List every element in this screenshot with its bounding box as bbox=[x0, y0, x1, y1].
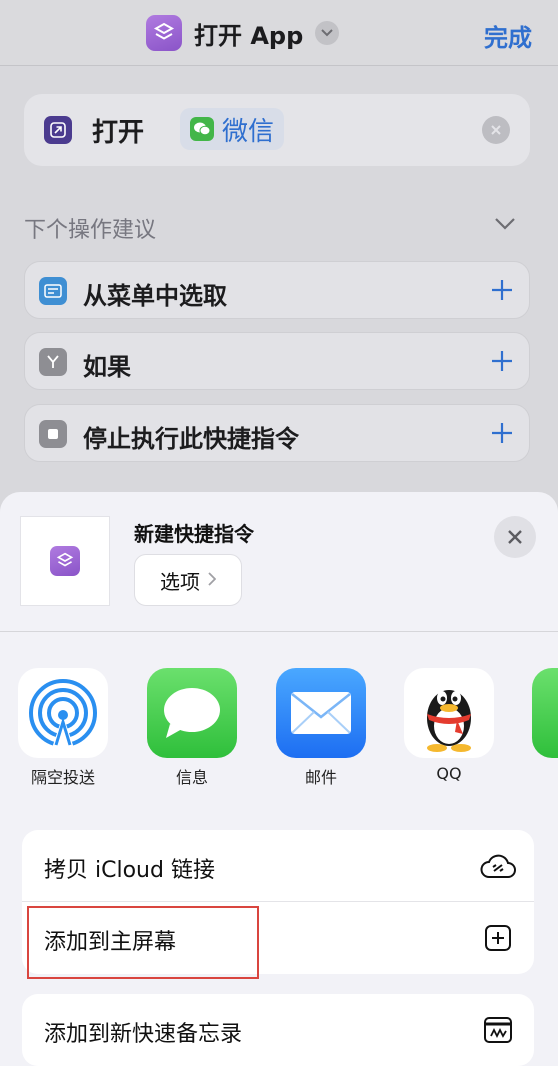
highlight-box bbox=[27, 906, 259, 979]
add-to-quick-note-row[interactable]: 添加到新快速备忘录 bbox=[22, 994, 534, 1066]
collapse-chevron-icon[interactable] bbox=[494, 216, 516, 235]
shortcut-thumbnail bbox=[20, 516, 110, 606]
options-label: 选项 bbox=[160, 569, 200, 594]
airdrop-icon bbox=[18, 668, 108, 758]
qq-icon bbox=[404, 668, 494, 758]
add-square-icon bbox=[480, 920, 516, 956]
mail-icon bbox=[276, 668, 366, 758]
menu-icon bbox=[39, 277, 67, 305]
row-label: 拷贝 iCloud 链接 bbox=[44, 858, 215, 883]
share-target-messages[interactable]: 信息 bbox=[137, 668, 247, 788]
copy-icloud-link-row[interactable]: 拷贝 iCloud 链接 bbox=[22, 830, 534, 902]
share-target-partial[interactable] bbox=[522, 668, 558, 758]
row-label: 添加到新快速备忘录 bbox=[44, 1022, 243, 1047]
suggestions-header: 下个操作建议 bbox=[24, 218, 157, 243]
share-sheet: 新建快捷指令 选项 隔空投送 信息 邮件 QQ 拷贝 iCloud 链接 添加到… bbox=[0, 492, 558, 1066]
suggestion-stop-shortcut[interactable]: 停止执行此快捷指令 bbox=[24, 404, 530, 462]
chevron-right-icon bbox=[208, 571, 217, 590]
share-target-label: 隔空投送 bbox=[30, 768, 95, 787]
nav-bar: 打开 App 完成 bbox=[0, 0, 558, 66]
add-icon[interactable] bbox=[487, 418, 517, 448]
open-app-icon bbox=[44, 116, 72, 144]
quick-note-icon bbox=[480, 1012, 516, 1048]
share-targets-row: 隔空投送 信息 邮件 QQ bbox=[0, 668, 558, 788]
suggestion-label: 从菜单中选取 bbox=[83, 282, 227, 310]
cloud-link-icon bbox=[480, 848, 516, 884]
shortcuts-app-icon bbox=[50, 546, 80, 576]
share-target-label: QQ bbox=[436, 764, 462, 783]
app-name: 微信 bbox=[222, 116, 275, 147]
suggestion-label: 如果 bbox=[83, 353, 131, 381]
page-title: 打开 App bbox=[194, 21, 304, 50]
suggestion-if[interactable]: 如果 bbox=[24, 332, 530, 390]
clear-icon[interactable] bbox=[482, 116, 510, 144]
options-button[interactable]: 选项 bbox=[134, 554, 242, 606]
share-target-airdrop[interactable]: 隔空投送 bbox=[8, 668, 118, 788]
share-target-label: 邮件 bbox=[304, 768, 337, 787]
messages-icon bbox=[147, 668, 237, 758]
share-target-qq[interactable]: QQ bbox=[394, 668, 504, 783]
sheet-title: 新建快捷指令 bbox=[134, 522, 254, 546]
done-button[interactable]: 完成 bbox=[484, 18, 532, 53]
open-app-action[interactable]: 打开 微信 bbox=[24, 94, 530, 166]
shortcuts-app-icon bbox=[146, 15, 182, 51]
wechat-icon bbox=[190, 117, 214, 141]
app-parameter[interactable]: 微信 bbox=[180, 108, 285, 150]
suggestion-label: 停止执行此快捷指令 bbox=[83, 425, 299, 453]
suggestion-choose-from-menu[interactable]: 从菜单中选取 bbox=[24, 261, 530, 319]
close-icon bbox=[508, 530, 522, 544]
share-target-label: 信息 bbox=[175, 768, 208, 787]
stop-icon bbox=[39, 420, 67, 448]
add-icon[interactable] bbox=[487, 275, 517, 305]
share-sheet-header: 新建快捷指令 选项 bbox=[0, 492, 558, 632]
nav-title-group[interactable]: 打开 App bbox=[146, 14, 340, 52]
close-button[interactable] bbox=[494, 516, 536, 558]
add-icon[interactable] bbox=[487, 346, 517, 376]
action-verb: 打开 bbox=[92, 118, 145, 148]
branch-icon bbox=[39, 348, 67, 376]
chevron-down-icon[interactable] bbox=[315, 21, 340, 45]
partial-app-icon bbox=[532, 668, 558, 758]
share-target-mail[interactable]: 邮件 bbox=[266, 668, 376, 788]
sheet-actions-group-2: 添加到新快速备忘录 bbox=[22, 994, 534, 1066]
